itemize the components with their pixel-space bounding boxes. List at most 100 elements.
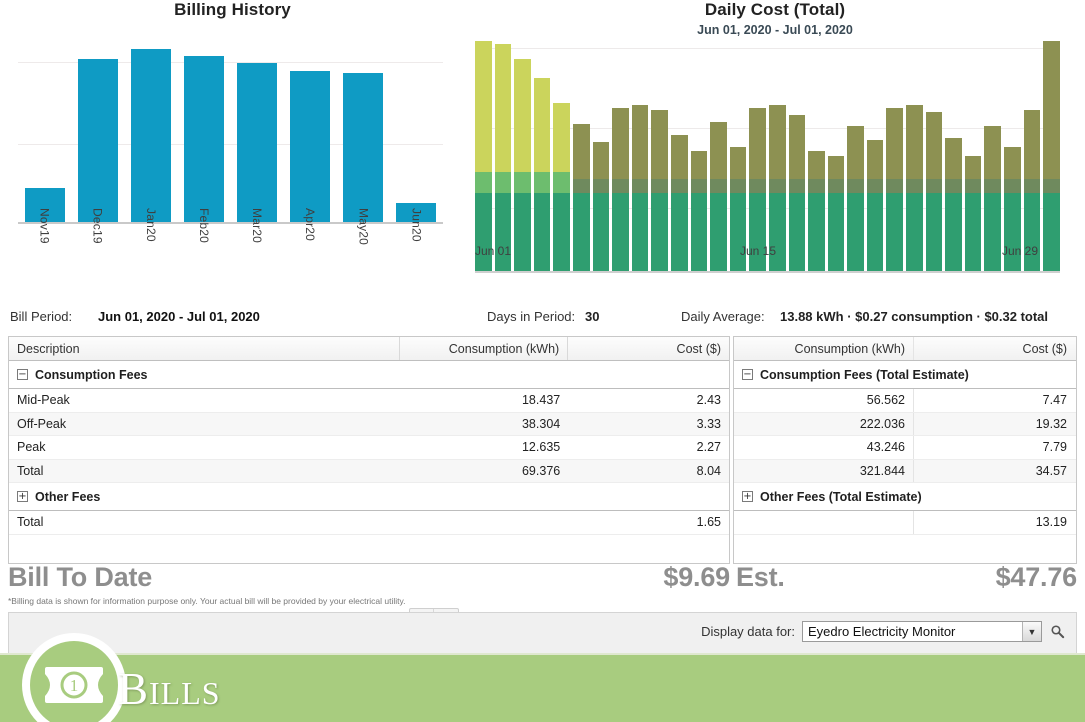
daily-bar-top-segment bbox=[710, 122, 727, 180]
table-group-header[interactable]: −Consumption Fees (Total Estimate) bbox=[734, 361, 1076, 389]
daily-bar-mid-segment bbox=[632, 179, 649, 193]
magnifier-icon[interactable] bbox=[1049, 623, 1066, 640]
daily-bar-slot bbox=[632, 43, 649, 271]
bill-period-label: Bill Period: bbox=[10, 309, 72, 324]
cell-consumption-est: 43.246 bbox=[734, 436, 914, 459]
expand-icon[interactable]: + bbox=[742, 491, 753, 502]
daily-bar-base-segment bbox=[612, 193, 629, 271]
table-body: −Consumption Fees (Total Estimate)56.562… bbox=[734, 361, 1076, 535]
daily-bar-top-segment bbox=[828, 156, 845, 179]
daily-bar-mid-segment bbox=[730, 179, 747, 193]
cell-cost-est: 7.79 bbox=[914, 436, 1075, 459]
daily-bar-base-segment bbox=[808, 193, 825, 271]
billing-label-slot: Mar20 bbox=[231, 208, 284, 245]
daily-bar-top-segment bbox=[965, 156, 982, 179]
daily-bar-base-segment bbox=[553, 193, 570, 271]
cell-consumption-est: 321.844 bbox=[734, 460, 914, 483]
billing-label-slot: Nov19 bbox=[18, 208, 71, 245]
cell-consumption: 12.635 bbox=[400, 436, 568, 459]
daily-bar-mid-segment bbox=[573, 179, 590, 193]
table-group-header[interactable]: + Other Fees (Total Estimate) bbox=[734, 483, 1076, 511]
estimate-value: $47.76 bbox=[860, 562, 1077, 593]
daily-bar-base-segment bbox=[730, 193, 747, 271]
daily-bar-mid-segment bbox=[867, 179, 884, 193]
daily-bar-slot bbox=[945, 43, 962, 271]
daily-bar-top-segment bbox=[769, 105, 786, 179]
daily-bar-mid-segment bbox=[651, 179, 668, 193]
daily-bar-base-segment bbox=[1024, 193, 1041, 271]
daily-bar-slot bbox=[906, 43, 923, 271]
device-select[interactable]: Eyedro Electricity Monitor ▼ bbox=[802, 621, 1042, 642]
collapse-icon[interactable]: − bbox=[742, 369, 753, 380]
daily-bar-top-segment bbox=[1043, 41, 1060, 179]
table-group-header[interactable]: +Other Fees bbox=[9, 483, 729, 511]
daily-bar-base-segment bbox=[1043, 193, 1060, 271]
bill-period-row: Bill Period: Jun 01, 2020 - Jul 01, 2020… bbox=[0, 303, 1085, 333]
billing-bar bbox=[184, 56, 224, 222]
bill-to-date-label: Bill To Date bbox=[8, 562, 152, 593]
daily-bar-slot bbox=[926, 43, 943, 271]
daily-bar-slot bbox=[710, 43, 727, 271]
table-header-row: Description Consumption (kWh) Cost ($) bbox=[9, 337, 729, 361]
daily-cost-title: Daily Cost (Total) bbox=[465, 0, 1085, 20]
billing-bar-slot bbox=[390, 34, 443, 222]
daily-bar-slot bbox=[612, 43, 629, 271]
x-tick-right: Jun 29 bbox=[1002, 244, 1038, 258]
daily-bar-mid-segment bbox=[789, 179, 806, 193]
daily-bar-base-segment bbox=[886, 193, 903, 271]
daily-average-value: 13.88 kWh · $0.27 consumption · $0.32 to… bbox=[780, 309, 1048, 324]
daily-bar-slot bbox=[730, 43, 747, 271]
cell-description: Total bbox=[9, 460, 400, 483]
billing-label-slot: Apr20 bbox=[284, 208, 337, 245]
daily-bar-base-segment bbox=[847, 193, 864, 271]
daily-bar-base-segment bbox=[965, 193, 982, 271]
daily-bar-mid-segment bbox=[534, 172, 551, 193]
chevron-down-icon[interactable]: ▼ bbox=[1022, 622, 1041, 641]
table-group-label: Consumption Fees (Total Estimate) bbox=[760, 368, 969, 382]
daily-bar bbox=[886, 108, 903, 271]
table-group-header[interactable]: −Consumption Fees bbox=[9, 361, 729, 389]
cell-cost: 3.33 bbox=[568, 413, 729, 436]
daily-bar-slot bbox=[495, 43, 512, 271]
table-row: Peak12.6352.27 bbox=[9, 436, 729, 460]
daily-bar-top-segment bbox=[749, 108, 766, 179]
daily-bar-mid-segment bbox=[926, 179, 943, 193]
daily-bar-mid-segment bbox=[1024, 179, 1041, 193]
billing-disclaimer: *Billing data is shown for information p… bbox=[8, 596, 406, 606]
daily-bar-top-segment bbox=[808, 151, 825, 179]
daily-bar-top-segment bbox=[534, 78, 551, 172]
billing-bar-slot bbox=[284, 34, 337, 222]
daily-bar-top-segment bbox=[671, 135, 688, 179]
daily-bar-base-segment bbox=[573, 193, 590, 271]
cell-cost-est: 13.19 bbox=[914, 511, 1075, 534]
daily-bar-mid-segment bbox=[886, 179, 903, 193]
billing-x-label: Nov19 bbox=[38, 208, 52, 245]
cell-consumption: 38.304 bbox=[400, 413, 568, 436]
cell-description: Mid-Peak bbox=[9, 389, 400, 412]
cell-description: Total bbox=[9, 511, 400, 534]
billing-history-title: Billing History bbox=[0, 0, 465, 20]
collapse-icon[interactable]: − bbox=[17, 369, 28, 380]
daily-bar bbox=[906, 105, 923, 271]
cell-cost-est: 7.47 bbox=[914, 389, 1075, 412]
daily-bar-slot bbox=[691, 43, 708, 271]
expand-icon[interactable]: + bbox=[17, 491, 28, 502]
days-in-period-label: Days in Period: bbox=[487, 309, 575, 324]
daily-bar bbox=[808, 151, 825, 271]
daily-bar bbox=[553, 103, 570, 271]
table-group-label: Other Fees (Total Estimate) bbox=[760, 490, 922, 504]
daily-bar-base-segment bbox=[769, 193, 786, 271]
daily-bar-slot bbox=[593, 43, 610, 271]
billing-history-plot bbox=[18, 34, 443, 224]
daily-bar-slot bbox=[886, 43, 903, 271]
daily-bar bbox=[710, 122, 727, 272]
billing-x-label: Apr20 bbox=[303, 208, 317, 245]
daily-bar-base-segment bbox=[945, 193, 962, 271]
daily-bar-base-segment bbox=[749, 193, 766, 271]
daily-bar-mid-segment bbox=[769, 179, 786, 193]
daily-bar-base-segment bbox=[789, 193, 806, 271]
billing-x-label: Jan20 bbox=[144, 208, 158, 245]
x-axis bbox=[475, 271, 1060, 273]
daily-bar bbox=[984, 126, 1001, 271]
daily-cost-plot bbox=[475, 43, 1060, 273]
